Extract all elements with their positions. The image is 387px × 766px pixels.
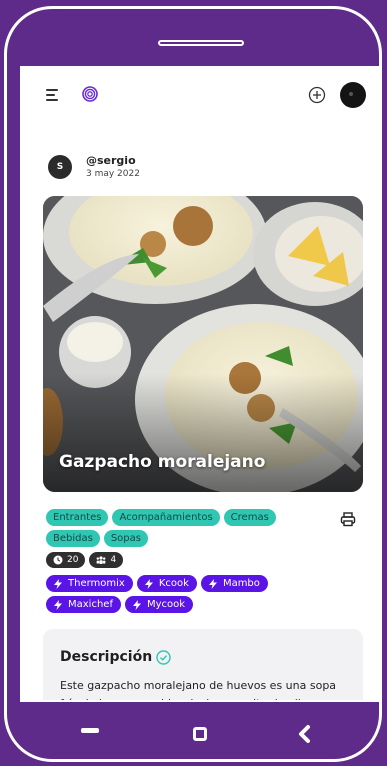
device-kcook[interactable]: Kcook [136,575,197,592]
bolt-icon [144,578,153,589]
tag-cremas[interactable]: Cremas [223,509,276,526]
device-label: Mambo [222,578,260,589]
device-mambo[interactable]: Mambo [200,575,268,592]
nav-recents-button[interactable] [193,727,207,741]
recipe-stats: 20 4 [46,552,124,568]
time-badge: 20 [46,552,86,568]
tag-acompanamientos[interactable]: Acompañamientos [112,509,220,526]
spiral-logo-icon[interactable] [82,86,98,102]
nav-home-button[interactable] [81,728,99,733]
plus-circle-icon[interactable] [308,86,326,104]
print-icon[interactable] [340,511,356,527]
compatible-devices: Thermomix Kcook Mambo Maxichef Mycook [46,575,316,613]
post-date: 3 may 2022 [86,169,140,179]
servings-value: 4 [110,555,117,565]
bolt-icon [208,578,217,589]
app-screen: S @sergio 3 may 2022 Gazpacho moralejano… [20,66,381,702]
servings-badge: 4 [89,552,124,568]
recipe-tags: Entrantes Acompañamientos Cremas Bebidas… [46,509,316,547]
recipe-image[interactable]: Gazpacho moralejano [43,196,363,492]
time-value: 20 [67,555,79,565]
bolt-icon [54,599,62,610]
phone-speaker [158,40,244,46]
phone-frame: S @sergio 3 may 2022 Gazpacho moralejano… [0,0,387,766]
device-mycook[interactable]: Mycook [124,596,194,613]
tag-bebidas[interactable]: Bebidas [46,530,100,547]
bolt-icon [54,578,62,589]
device-label: Maxichef [68,599,113,610]
tag-sopas[interactable]: Sopas [103,530,148,547]
device-maxichef[interactable]: Maxichef [46,596,121,613]
recipe-title: Gazpacho moralejano [59,452,266,472]
clock-icon [53,555,63,565]
description-card: Descripción Este gazpacho moralejano de … [43,629,363,700]
tag-entrantes[interactable]: Entrantes [46,509,109,526]
people-icon [97,556,106,564]
bolt-icon [132,599,141,610]
recipe-photo [43,196,363,492]
description-title: Descripción [60,649,153,665]
description-text: Este gazpacho moralejano de huevos es un… [60,679,337,700]
menu-icon[interactable] [46,89,60,104]
device-label: Kcook [158,578,189,589]
device-thermomix[interactable]: Thermomix [46,575,133,592]
author-avatar[interactable]: S [48,155,72,179]
user-avatar[interactable] [340,82,366,108]
nav-back-icon[interactable] [296,724,314,744]
check-circle-icon [156,650,171,665]
device-label: Mycook [146,599,186,610]
author-name[interactable]: @sergio [86,154,136,167]
device-label: Thermomix [68,578,125,589]
